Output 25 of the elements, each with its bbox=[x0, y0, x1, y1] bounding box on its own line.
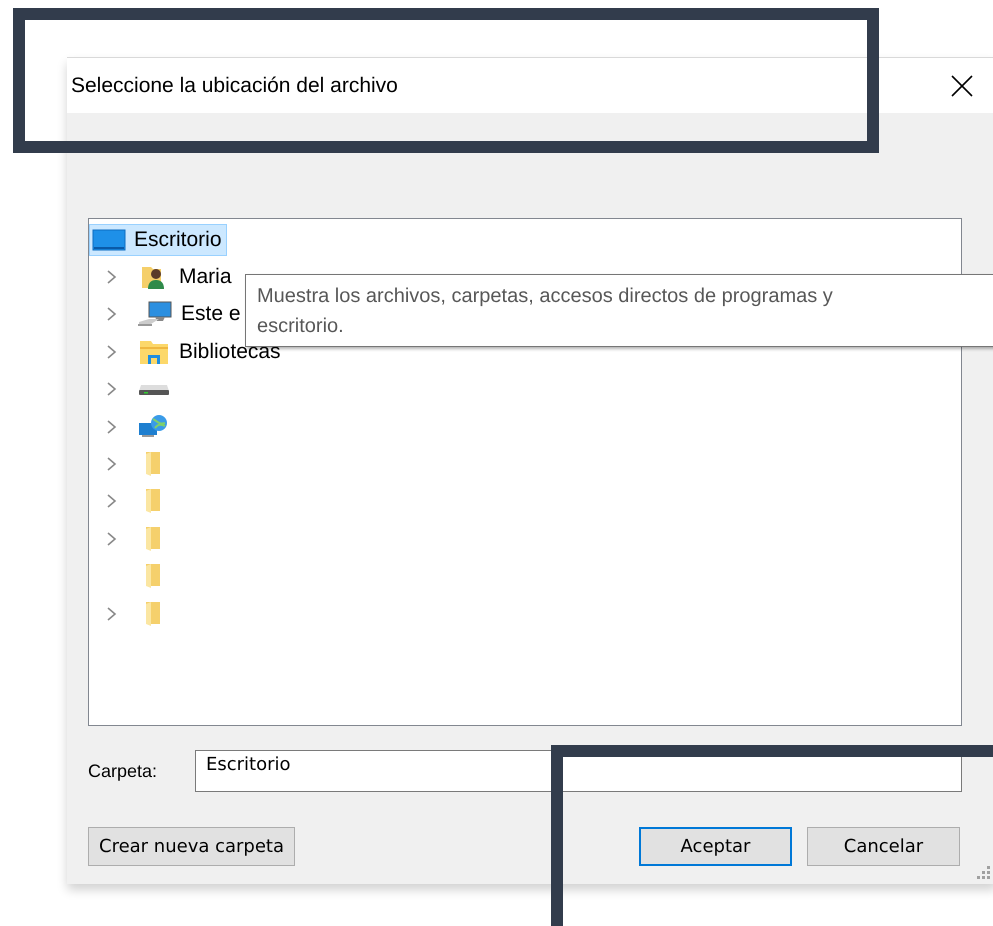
dialog-title: Seleccione la ubicación del archivo bbox=[71, 74, 398, 98]
tree-item[interactable]: Este e bbox=[134, 298, 246, 330]
chevron-right-icon[interactable] bbox=[106, 269, 118, 286]
dialog-button[interactable]: Crear nueva carpeta bbox=[88, 827, 296, 866]
chevron-right-icon[interactable] bbox=[106, 381, 118, 398]
chevron-right-icon[interactable] bbox=[106, 418, 118, 435]
chevron-right-icon[interactable] bbox=[106, 306, 118, 322]
tooltip-text: Muestra los archivos, carpetas, accesos directos de programas y escritorio. bbox=[257, 285, 833, 337]
dialog-button[interactable]: Aceptar bbox=[639, 827, 792, 866]
chevron-right-icon[interactable] bbox=[106, 606, 118, 622]
folder-name-field[interactable]: Escritorio bbox=[195, 750, 962, 792]
computer-icon bbox=[137, 300, 173, 328]
chevron-right-icon[interactable] bbox=[106, 493, 118, 510]
chevron-right-icon[interactable] bbox=[106, 456, 118, 472]
libraries-folder-icon bbox=[138, 338, 170, 365]
close-icon[interactable] bbox=[951, 74, 973, 96]
tree-item[interactable]: Bibliotecas bbox=[134, 336, 286, 368]
tree-item[interactable]: Escritorio bbox=[89, 224, 227, 256]
folder-label: Carpeta: bbox=[88, 760, 158, 782]
desktop-icon bbox=[92, 228, 126, 251]
tree-item[interactable]: Maria bbox=[134, 261, 237, 294]
dialog-button[interactable]: Cancelar bbox=[807, 827, 960, 866]
chevron-right-icon[interactable] bbox=[106, 344, 118, 360]
network-icon bbox=[138, 414, 170, 440]
chevron-right-icon[interactable] bbox=[106, 530, 118, 547]
